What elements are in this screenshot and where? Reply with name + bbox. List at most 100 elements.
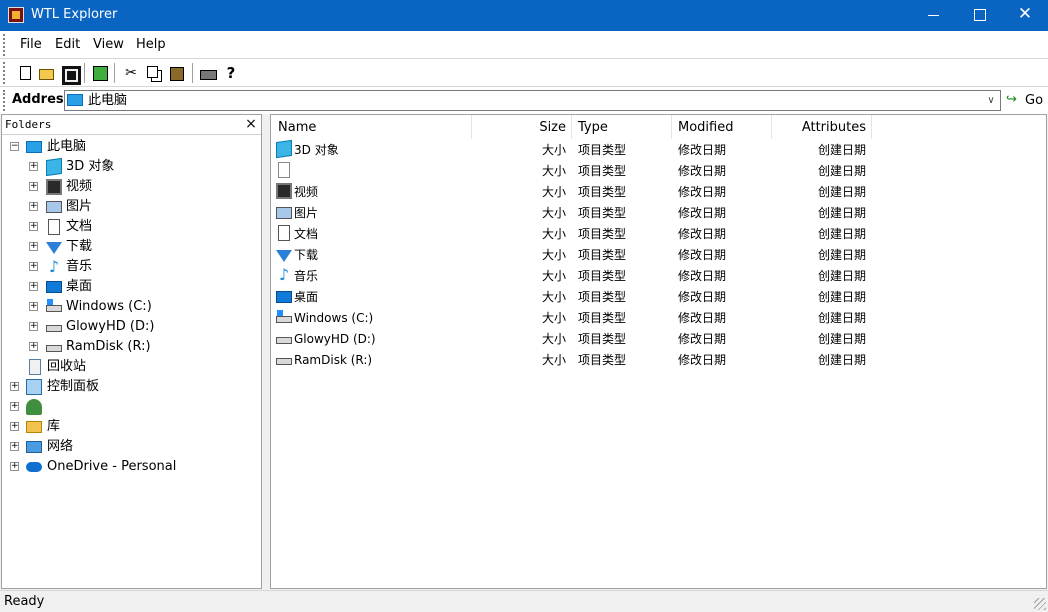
address-input[interactable]: 此电脑: [88, 93, 127, 109]
menu-edit[interactable]: Edit: [55, 37, 80, 53]
tree-item-libraries[interactable]: + 库: [2, 417, 261, 437]
file-list-pane[interactable]: Name Size Type Modified Attributes 3D 对象…: [270, 114, 1047, 589]
open-folder-icon[interactable]: [37, 64, 55, 82]
expand-expander[interactable]: +: [29, 301, 38, 311]
item-type: 项目类型: [578, 185, 627, 199]
expand-expander[interactable]: +: [10, 461, 19, 471]
folder-tree-pane[interactable]: Folders × − 此电脑 + 3D 对象 + 视频 + 图片 + 文档 +…: [1, 114, 262, 589]
addressbar-grip[interactable]: [3, 90, 5, 111]
list-item[interactable]: RamDisk (R:) 大小 项目类型 修改日期 创建日期: [271, 350, 1046, 371]
item-type: 项目类型: [578, 269, 627, 283]
expand-expander[interactable]: +: [29, 341, 38, 351]
tree-item[interactable]: + 3D 对象: [2, 157, 261, 177]
item-type: 项目类型: [578, 290, 627, 304]
list-item[interactable]: 视频 大小 项目类型 修改日期 创建日期: [271, 182, 1046, 203]
item-modified: 修改日期: [678, 248, 727, 262]
recycle-bin-icon: [29, 359, 41, 375]
tree-item-this-pc[interactable]: − 此电脑: [2, 137, 261, 157]
item-modified: 修改日期: [678, 290, 727, 304]
menu-help[interactable]: Help: [136, 37, 166, 53]
title-bar[interactable]: WTL Explorer ✕: [0, 0, 1048, 31]
expand-expander[interactable]: +: [29, 221, 38, 231]
expand-expander[interactable]: +: [29, 181, 38, 191]
address-combobox[interactable]: 此电脑 ∨: [64, 90, 1001, 111]
maximize-button[interactable]: [956, 0, 1002, 31]
item-size: 大小: [541, 206, 566, 220]
column-header-name[interactable]: Name: [271, 115, 472, 139]
save-icon[interactable]: [60, 64, 81, 85]
tree-item[interactable]: + 视频: [2, 177, 261, 197]
toolbar-separator: [192, 63, 193, 83]
close-icon[interactable]: ×: [243, 116, 259, 132]
list-item[interactable]: 下载 大小 项目类型 修改日期 创建日期: [271, 245, 1046, 266]
system-drive-icon: [46, 299, 62, 312]
tree-item-control-panel[interactable]: + 控制面板: [2, 377, 261, 397]
refresh-icon[interactable]: [91, 64, 109, 82]
list-item[interactable]: 文档 大小 项目类型 修改日期 创建日期: [271, 224, 1046, 245]
column-header-modified[interactable]: Modified: [672, 115, 772, 139]
print-icon[interactable]: [199, 64, 217, 82]
list-item[interactable]: Windows (C:) 大小 项目类型 修改日期 创建日期: [271, 308, 1046, 329]
menu-view[interactable]: View: [93, 37, 124, 53]
tree-item[interactable]: + 文档: [2, 217, 261, 237]
tree-item-label: 网络: [47, 439, 74, 454]
tree-item[interactable]: + 桌面: [2, 277, 261, 297]
tree-item-label: 视频: [66, 179, 93, 194]
minimize-button[interactable]: [910, 0, 956, 31]
list-item[interactable]: ♪ 音乐 大小 项目类型 修改日期 创建日期: [271, 266, 1046, 287]
tree-item[interactable]: + GlowyHD (D:): [2, 317, 261, 337]
user-icon: [26, 399, 42, 415]
tree-item-label: Windows (C:): [66, 299, 152, 314]
tree-item-user[interactable]: +: [2, 397, 261, 417]
list-item[interactable]: 桌面 大小 项目类型 修改日期 创建日期: [271, 287, 1046, 308]
copy-icon[interactable]: [145, 64, 163, 82]
item-modified: 修改日期: [678, 332, 727, 346]
item-attributes: 创建日期: [817, 311, 866, 325]
menu-file[interactable]: File: [20, 37, 42, 53]
item-type: 项目类型: [578, 353, 627, 367]
tree-item[interactable]: + RamDisk (R:): [2, 337, 261, 357]
collapse-expander[interactable]: −: [10, 141, 19, 151]
expand-expander[interactable]: +: [10, 381, 19, 391]
go-button[interactable]: ↪ Go: [1006, 92, 1046, 110]
item-name: Windows (C:): [294, 311, 374, 325]
expand-expander[interactable]: +: [29, 161, 38, 171]
menubar-grip[interactable]: [3, 34, 5, 56]
column-header-type[interactable]: Type: [572, 115, 672, 139]
tree-item-label: 库: [47, 419, 61, 434]
expand-expander[interactable]: +: [29, 261, 38, 271]
list-item[interactable]: 3D 对象 大小 项目类型 修改日期 创建日期: [271, 139, 1046, 161]
item-size: 大小: [541, 164, 566, 178]
tree-item-network[interactable]: + 网络: [2, 437, 261, 457]
chevron-down-icon[interactable]: ∨: [984, 93, 998, 108]
list-item[interactable]: 大小 项目类型 修改日期 创建日期: [271, 161, 1046, 182]
column-header-attributes[interactable]: Attributes: [772, 115, 872, 139]
new-icon[interactable]: [16, 64, 34, 82]
toolbar-grip[interactable]: [3, 62, 5, 84]
paste-icon[interactable]: [168, 64, 186, 82]
list-item[interactable]: 图片 大小 项目类型 修改日期 创建日期: [271, 203, 1046, 224]
tree-item[interactable]: + Windows (C:): [2, 297, 261, 317]
item-attributes: 创建日期: [817, 332, 866, 346]
tree-item-recycle-bin[interactable]: 回收站: [2, 357, 261, 377]
item-name: 音乐: [294, 269, 319, 283]
expand-expander[interactable]: +: [10, 401, 19, 411]
expand-expander[interactable]: +: [10, 421, 19, 431]
list-item[interactable]: GlowyHD (D:) 大小 项目类型 修改日期 创建日期: [271, 329, 1046, 350]
tree-item-onedrive[interactable]: + OneDrive - Personal: [2, 457, 261, 477]
item-name: RamDisk (R:): [294, 353, 373, 367]
expand-expander[interactable]: +: [29, 241, 38, 251]
expand-expander[interactable]: +: [29, 201, 38, 211]
help-icon[interactable]: ?: [222, 64, 240, 82]
tree-item[interactable]: + 图片: [2, 197, 261, 217]
app-icon[interactable]: [8, 7, 24, 23]
expand-expander[interactable]: +: [29, 321, 38, 331]
column-header-size[interactable]: Size: [472, 115, 572, 139]
resize-grip-icon[interactable]: [1034, 598, 1046, 610]
tree-item[interactable]: + ♪ 音乐: [2, 257, 261, 277]
expand-expander[interactable]: +: [10, 441, 19, 451]
tree-item[interactable]: + 下载: [2, 237, 261, 257]
close-button[interactable]: ✕: [1002, 0, 1048, 31]
expand-expander[interactable]: +: [29, 281, 38, 291]
cut-icon[interactable]: ✂: [122, 64, 140, 82]
